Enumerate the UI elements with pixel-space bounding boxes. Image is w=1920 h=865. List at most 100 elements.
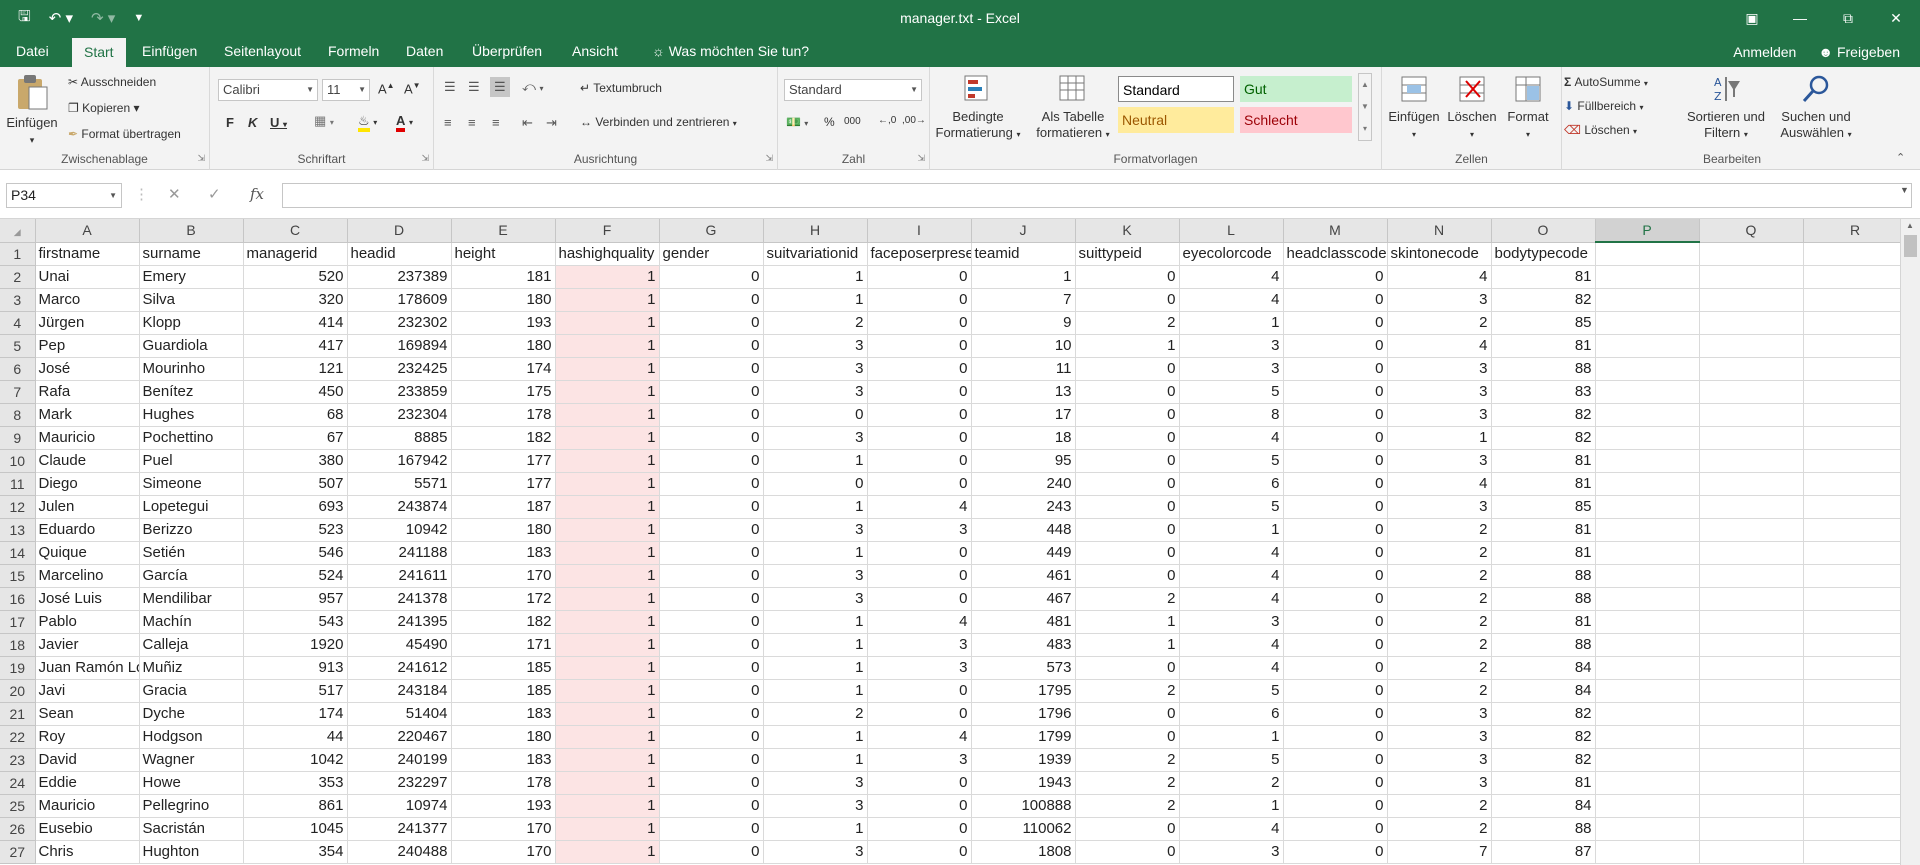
row-header[interactable]: 27 [0, 840, 36, 864]
cell[interactable]: 17 [971, 403, 1076, 427]
cell[interactable]: 0 [1283, 725, 1388, 749]
cell[interactable]: 241188 [347, 541, 452, 565]
cell[interactable]: 481 [971, 610, 1076, 634]
cell[interactable] [1699, 633, 1804, 657]
cell[interactable]: 1 [555, 702, 660, 726]
cell[interactable]: 1 [763, 495, 868, 519]
tab-formeln[interactable]: Formeln [316, 36, 391, 67]
cell[interactable]: 88 [1491, 633, 1596, 657]
cell[interactable]: Mauricio [35, 794, 140, 818]
cell[interactable] [1595, 426, 1700, 450]
cell[interactable]: 448 [971, 518, 1076, 542]
cell[interactable]: 0 [1283, 656, 1388, 680]
column-header-r[interactable]: R [1803, 219, 1900, 243]
cell[interactable]: 0 [1075, 265, 1180, 289]
copy-button[interactable]: ❐ Kopieren ▾ [68, 101, 140, 115]
dialog-launcher-icon[interactable]: ⇲ [765, 153, 773, 164]
row-header[interactable]: 5 [0, 334, 36, 358]
cell[interactable]: 0 [1075, 702, 1180, 726]
cell[interactable]: 187 [451, 495, 556, 519]
cell[interactable]: 957 [243, 587, 348, 611]
cell[interactable]: 82 [1491, 725, 1596, 749]
cell[interactable]: 0 [659, 587, 764, 611]
cell[interactable]: 0 [1075, 403, 1180, 427]
number-format-select[interactable]: Standard ▼ [784, 79, 922, 101]
cell[interactable] [1803, 725, 1900, 749]
cell[interactable]: Mendilibar [139, 587, 244, 611]
cell[interactable] [1699, 334, 1804, 358]
cell[interactable] [1803, 794, 1900, 818]
cell[interactable]: 1 [555, 518, 660, 542]
cell[interactable]: 171 [451, 633, 556, 657]
cell[interactable]: 84 [1491, 794, 1596, 818]
cell[interactable]: 81 [1491, 449, 1596, 473]
cell[interactable]: Julen [35, 495, 140, 519]
cell[interactable] [1803, 265, 1900, 289]
cell[interactable]: 320 [243, 288, 348, 312]
cell[interactable]: 5 [1179, 748, 1284, 772]
cell[interactable]: 0 [659, 748, 764, 772]
cell[interactable]: Unai [35, 265, 140, 289]
restore-icon[interactable]: ⧉ [1824, 0, 1872, 36]
cell[interactable] [1595, 679, 1700, 703]
cell[interactable]: 4 [1179, 288, 1284, 312]
cell[interactable]: Benítez [139, 380, 244, 404]
cell[interactable]: 0 [867, 840, 972, 864]
cell[interactable]: Pellegrino [139, 794, 244, 818]
cell[interactable]: Eduardo [35, 518, 140, 542]
cell[interactable]: 3 [763, 840, 868, 864]
row-header[interactable]: 26 [0, 817, 36, 841]
cell[interactable] [1803, 587, 1900, 611]
cell[interactable]: 3 [1387, 380, 1492, 404]
cell[interactable]: 0 [659, 794, 764, 818]
cell[interactable]: 1 [1075, 610, 1180, 634]
cell-table[interactable]: ◢ A B C D E F G H I J K L M N O P Q R 1 firstname surname mana… [0, 219, 1900, 864]
cell[interactable]: 3 [763, 564, 868, 588]
cell[interactable] [1595, 242, 1700, 266]
cell[interactable] [1699, 541, 1804, 565]
cell[interactable]: 82 [1491, 288, 1596, 312]
cell[interactable] [1699, 656, 1804, 680]
cell[interactable]: 1 [555, 794, 660, 818]
cell[interactable]: 0 [1283, 633, 1388, 657]
cell[interactable]: 110062 [971, 817, 1076, 841]
cell[interactable]: 4 [1387, 334, 1492, 358]
cell[interactable]: 520 [243, 265, 348, 289]
cell[interactable] [1595, 656, 1700, 680]
cell[interactable]: 0 [867, 472, 972, 496]
cell[interactable]: 174 [451, 357, 556, 381]
cell[interactable]: 10974 [347, 794, 452, 818]
cell[interactable]: Silva [139, 288, 244, 312]
cell[interactable] [1803, 518, 1900, 542]
cell[interactable] [1595, 725, 1700, 749]
cell[interactable]: Pablo [35, 610, 140, 634]
cell[interactable]: 0 [659, 541, 764, 565]
cell[interactable]: 1 [763, 449, 868, 473]
cell[interactable]: 0 [1283, 610, 1388, 634]
cell[interactable]: 0 [867, 564, 972, 588]
cell[interactable]: 7 [971, 288, 1076, 312]
cell[interactable]: 0 [1075, 725, 1180, 749]
cell[interactable]: 1 [555, 265, 660, 289]
cell[interactable]: firstname [35, 242, 140, 266]
row-header[interactable]: 9 [0, 426, 36, 450]
cell[interactable]: 3 [1387, 771, 1492, 795]
cell[interactable] [1803, 541, 1900, 565]
shrink-font-icon[interactable]: A▼ [404, 81, 421, 96]
cell[interactable]: 2 [1387, 794, 1492, 818]
cell[interactable] [1699, 587, 1804, 611]
cell[interactable]: 84 [1491, 656, 1596, 680]
cell[interactable]: 0 [1283, 587, 1388, 611]
cell[interactable]: 1 [1179, 518, 1284, 542]
cell[interactable]: 1 [555, 771, 660, 795]
cell[interactable]: 0 [1283, 495, 1388, 519]
cell[interactable]: 354 [243, 840, 348, 864]
row-header[interactable]: 2 [0, 265, 36, 289]
cell[interactable]: 121 [243, 357, 348, 381]
cell[interactable]: 180 [451, 288, 556, 312]
dialog-launcher-icon[interactable]: ⇲ [917, 153, 925, 164]
cell[interactable]: 414 [243, 311, 348, 335]
dialog-launcher-icon[interactable]: ⇲ [421, 153, 429, 164]
cell[interactable] [1699, 518, 1804, 542]
cell[interactable]: 3 [1387, 725, 1492, 749]
